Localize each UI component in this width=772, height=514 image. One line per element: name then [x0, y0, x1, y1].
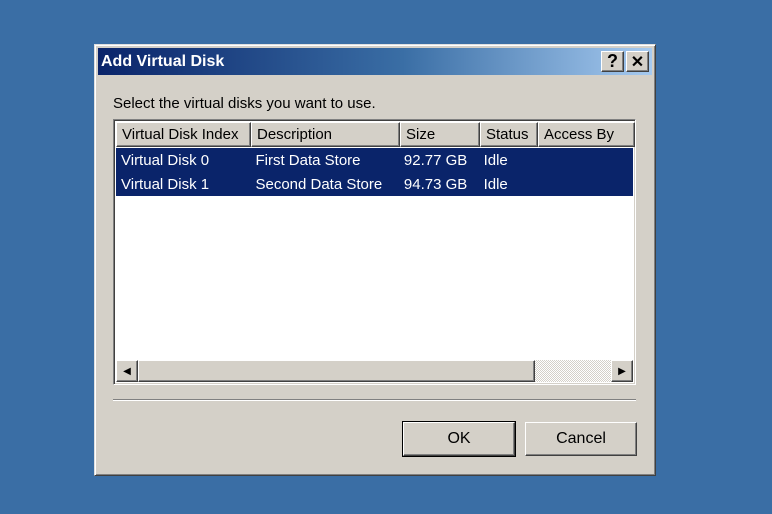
row-description-cell: Second Data Store	[255, 175, 383, 193]
row-index-cell: Virtual Disk 0	[121, 151, 210, 169]
table-row[interactable]: Virtual Disk 1 Second Data Store 94.73 G…	[116, 172, 633, 196]
row-size-cell: 92.77 GB	[403, 151, 468, 169]
column-header-row: Virtual Disk Index Description Size Stat…	[116, 122, 635, 147]
row-description-cell: First Data Store	[255, 151, 361, 169]
column-header-virtual-disk-index[interactable]: Virtual Disk Index	[116, 122, 251, 147]
virtual-disk-list[interactable]: Virtual Disk Index Description Size Stat…	[113, 119, 636, 385]
arrow-left-icon: ◀	[123, 365, 131, 377]
title-bar[interactable]: Add Virtual Disk ? ✕	[98, 48, 652, 75]
help-button[interactable]: ?	[601, 51, 624, 72]
cancel-button[interactable]: Cancel	[525, 422, 637, 456]
close-icon: ✕	[630, 53, 645, 71]
arrow-right-icon: ▶	[618, 365, 626, 377]
dialog-title: Add Virtual Disk	[101, 53, 225, 70]
row-status-cell: Idle	[483, 151, 508, 169]
column-header-access-by[interactable]: Access By	[538, 122, 635, 147]
scrollbar-track[interactable]	[535, 360, 611, 382]
column-header-status[interactable]: Status	[480, 122, 538, 147]
divider	[113, 399, 636, 401]
row-status-cell: Idle	[483, 175, 508, 193]
scroll-left-button[interactable]: ◀	[116, 360, 138, 382]
list-rows: Virtual Disk 0 First Data Store 92.77 GB…	[116, 148, 633, 196]
row-index-cell: Virtual Disk 1	[121, 175, 210, 193]
instruction-text: Select the virtual disks you want to use…	[113, 95, 376, 112]
help-icon: ?	[607, 51, 618, 71]
add-virtual-disk-dialog: Add Virtual Disk ? ✕ Select the virtual …	[94, 44, 656, 476]
row-size-cell: 94.73 GB	[403, 175, 468, 193]
horizontal-scrollbar[interactable]: ◀ ▶	[116, 360, 633, 382]
column-header-size[interactable]: Size	[400, 122, 480, 147]
close-button[interactable]: ✕	[626, 51, 649, 72]
column-header-description[interactable]: Description	[251, 122, 400, 147]
ok-button[interactable]: OK	[402, 421, 516, 457]
scroll-right-button[interactable]: ▶	[611, 360, 633, 382]
scrollbar-thumb[interactable]	[138, 360, 535, 382]
table-row[interactable]: Virtual Disk 0 First Data Store 92.77 GB…	[116, 148, 633, 172]
